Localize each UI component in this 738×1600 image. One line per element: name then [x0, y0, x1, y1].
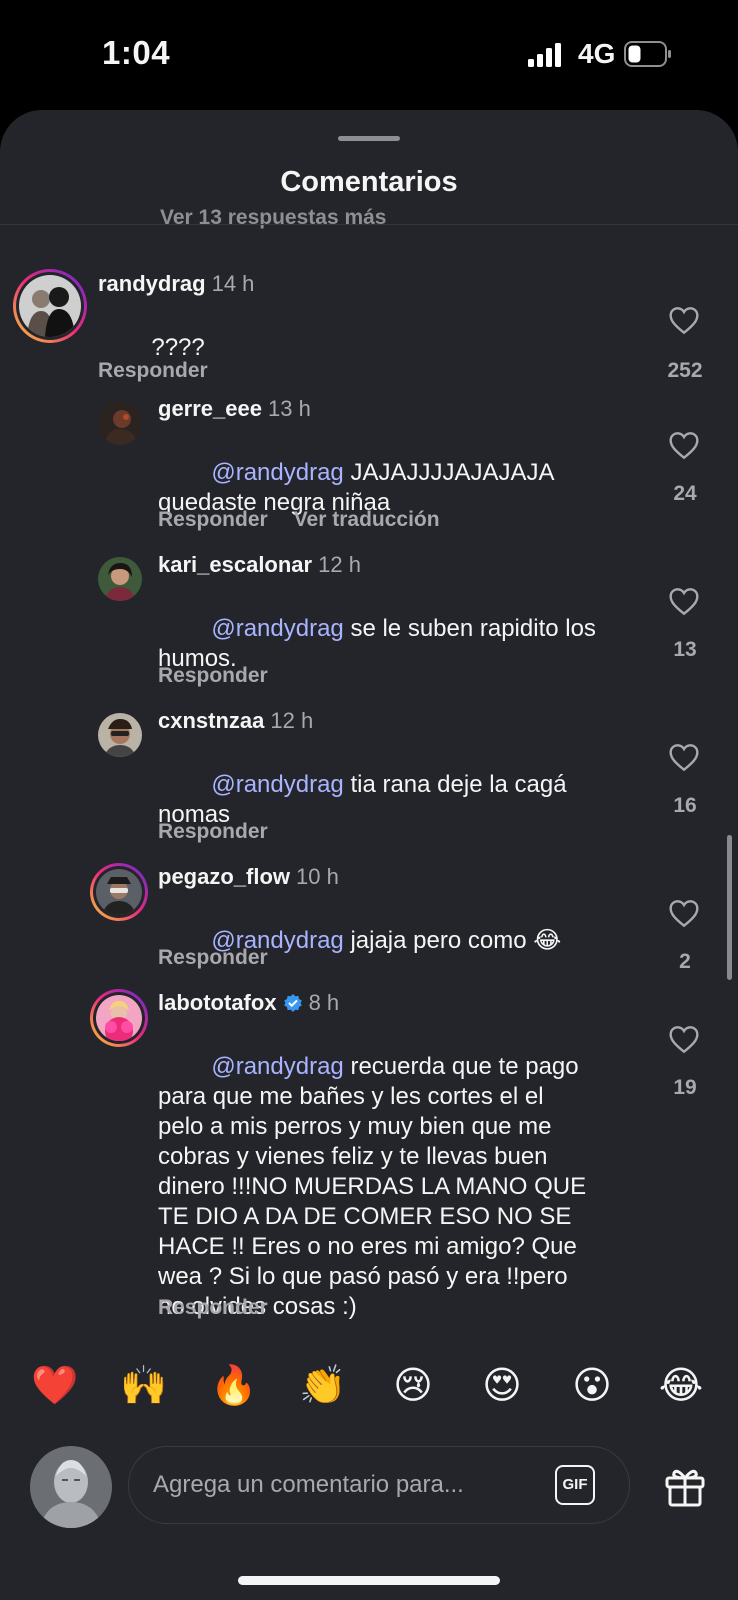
sheet-grabber[interactable]	[338, 136, 400, 141]
comment-time: 13 h	[267, 396, 311, 421]
comment-mention[interactable]: @randydrag	[211, 1053, 343, 1080]
like-button[interactable]	[666, 898, 702, 928]
like-button[interactable]	[666, 1024, 702, 1054]
story-ring[interactable]	[13, 269, 87, 343]
comment-time: 12 h	[270, 708, 314, 733]
reaction-fire[interactable]: 🔥	[209, 1360, 259, 1410]
story-ring[interactable]	[90, 989, 148, 1047]
heart-outline-icon	[669, 744, 699, 772]
reaction-surprised[interactable]: 😮	[567, 1360, 617, 1410]
comment-mention[interactable]: @randydrag	[211, 771, 343, 798]
like-button[interactable]	[666, 742, 702, 772]
reply-button[interactable]: Responder	[158, 946, 268, 969]
battery-icon	[624, 41, 671, 67]
comment-time: 10 h	[296, 864, 339, 889]
heart-outline-icon	[669, 1026, 699, 1054]
translate-button[interactable]: Ver traducción	[294, 508, 440, 531]
heart-outline-icon	[669, 432, 699, 460]
reply-button[interactable]: Responder	[98, 359, 208, 382]
comment-composer: Agrega un comentario para... GIF	[0, 1430, 738, 1530]
reply-button[interactable]: Responder	[158, 508, 268, 531]
comments-list[interactable]: randydrag 14 h ???? Responder 252 gerre_e…	[0, 225, 738, 1440]
heart-outline-icon	[669, 307, 699, 335]
comment-username[interactable]: kari_escalonar	[158, 552, 312, 577]
avatar[interactable]	[98, 713, 142, 757]
like-count: 252	[667, 359, 703, 382]
gif-button[interactable]: GIF	[555, 1465, 595, 1505]
comment-input-placeholder: Agrega un comentario para...	[153, 1471, 464, 1498]
comment-time: 8 h	[308, 990, 340, 1015]
signal-icon	[528, 43, 561, 67]
like-count: 13	[673, 638, 697, 661]
gift-icon[interactable]	[663, 1464, 707, 1508]
reply-button[interactable]: Responder	[158, 1296, 268, 1319]
comment-time: 14 h	[211, 271, 255, 296]
comment-username[interactable]: pegazo_flow	[158, 864, 290, 889]
like-button[interactable]	[666, 430, 702, 460]
like-count: 24	[673, 482, 697, 505]
comment-username[interactable]: randydrag	[98, 271, 206, 296]
network-type: 4G	[578, 38, 616, 69]
reaction-crying[interactable]: 😢	[388, 1360, 438, 1410]
home-indicator[interactable]	[238, 1576, 500, 1585]
like-count: 19	[673, 1076, 697, 1099]
comment-username[interactable]: gerre_eee	[158, 396, 262, 421]
avatar[interactable]	[98, 557, 142, 601]
story-ring[interactable]	[90, 863, 148, 921]
reaction-laughing[interactable]: 😂	[656, 1360, 706, 1410]
my-avatar	[30, 1446, 112, 1528]
comment-text: jajaja pero como 😂	[343, 927, 562, 954]
reaction-clap[interactable]: 👏	[298, 1360, 348, 1410]
comment-username[interactable]: labototafox	[158, 990, 277, 1015]
heart-outline-icon	[669, 588, 699, 616]
reply-button[interactable]: Responder	[158, 820, 268, 843]
comment-mention[interactable]: @randydrag	[211, 459, 343, 486]
reaction-heart[interactable]: ❤️	[30, 1360, 80, 1410]
status-bar: 1:04 4G	[0, 0, 738, 110]
reaction-raised-hands[interactable]: 🙌	[119, 1360, 169, 1410]
status-time: 1:04	[102, 34, 171, 71]
comment-username[interactable]: cxnstnzaa	[158, 708, 264, 733]
comment-mention[interactable]: @randydrag	[211, 615, 343, 642]
like-count: 16	[673, 794, 697, 817]
comment-time: 12 h	[318, 552, 361, 577]
sheet-title: Comentarios	[280, 166, 458, 198]
like-button[interactable]	[666, 586, 702, 616]
avatar[interactable]	[96, 995, 142, 1041]
like-count: 2	[679, 950, 691, 973]
verified-badge-icon	[283, 994, 302, 1012]
like-button[interactable]	[666, 305, 702, 335]
avatar[interactable]	[19, 275, 81, 337]
comment-text: ????	[151, 334, 205, 361]
heart-outline-icon	[669, 900, 699, 928]
scrollbar[interactable]	[727, 835, 732, 980]
comment-text: recuerda que te pago para que me bañes y…	[158, 1053, 587, 1320]
avatar[interactable]	[96, 869, 142, 915]
reaction-heart-eyes[interactable]: 😍	[477, 1360, 527, 1410]
comment-input[interactable]: Agrega un comentario para... GIF	[128, 1446, 630, 1524]
reply-button[interactable]: Responder	[158, 664, 268, 687]
reaction-bar: ❤️ 🙌 🔥 👏 😢 😍 😮 😂	[0, 1338, 738, 1426]
avatar[interactable]	[98, 401, 142, 445]
